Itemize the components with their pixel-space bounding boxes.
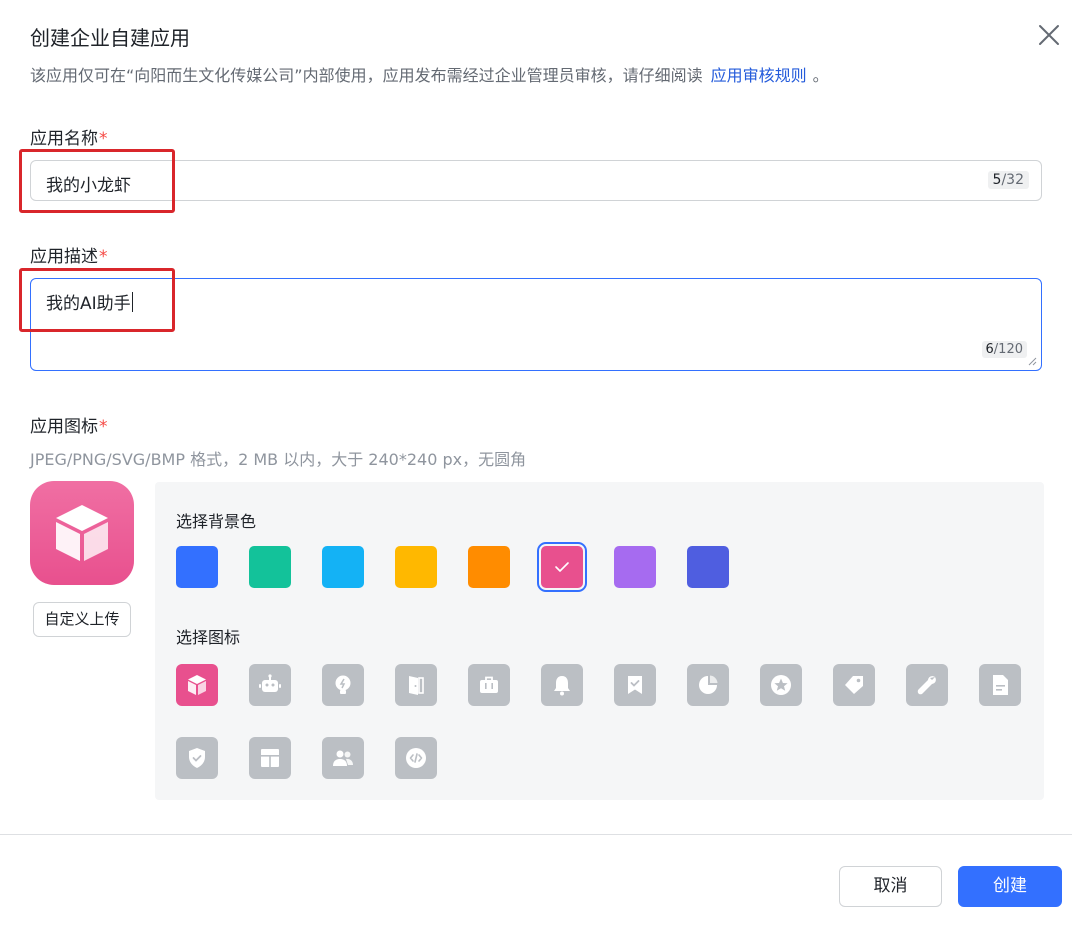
icon-option[interactable] <box>833 664 875 706</box>
icon-option[interactable] <box>249 664 291 706</box>
icon-option[interactable] <box>906 664 948 706</box>
icon-option[interactable] <box>176 737 218 779</box>
subtitle-text: 该应用仅可在“向阳而生文化传媒公司”内部使用，应用发布需经过企业管理员审核，请仔… <box>30 66 703 85</box>
bg-color-swatch[interactable] <box>322 546 364 588</box>
users-icon <box>333 750 353 766</box>
required-mark: * <box>99 129 108 149</box>
app-icon-preview <box>30 481 134 585</box>
icon-option[interactable] <box>979 664 1021 706</box>
bg-color-swatch[interactable] <box>395 546 437 588</box>
robot-icon <box>259 674 281 692</box>
wrench-icon <box>917 676 936 695</box>
bg-color-swatch[interactable] <box>249 546 291 588</box>
app-desc-count-max: /120 <box>993 342 1023 357</box>
desc-highlight-box <box>19 268 175 332</box>
bell-icon <box>554 676 570 696</box>
dialog-subtitle: 该应用仅可在“向阳而生文化传媒公司”内部使用，应用发布需经过企业管理员审核，请仔… <box>30 62 829 86</box>
app-icon-label-text: 应用图标 <box>30 417 98 437</box>
bg-color-swatch[interactable] <box>614 546 656 588</box>
custom-upload-button[interactable]: 自定义上传 <box>33 602 131 637</box>
app-name-label-text: 应用名称 <box>30 129 98 149</box>
icon-option[interactable] <box>687 664 729 706</box>
icon-picker-panel: 选择背景色 选择图标 <box>155 482 1044 800</box>
review-rules-link[interactable]: 应用审核规则 <box>711 66 807 85</box>
create-button[interactable]: 创建 <box>958 866 1062 907</box>
icon-option[interactable] <box>176 664 218 706</box>
app-name-label: 应用名称* <box>30 124 108 149</box>
resize-handle-icon[interactable] <box>1028 357 1037 366</box>
icon-option[interactable] <box>249 737 291 779</box>
app-name-count-max: /32 <box>1001 172 1024 188</box>
bg-color-section-label: 选择背景色 <box>176 512 257 531</box>
footer-divider <box>0 834 1072 835</box>
icon-option[interactable] <box>541 664 583 706</box>
app-icon-label: 应用图标* <box>30 412 108 437</box>
required-mark: * <box>99 247 108 267</box>
icon-option[interactable] <box>395 737 437 779</box>
cube-icon <box>56 505 108 561</box>
cube-icon <box>188 675 206 695</box>
bg-color-swatch[interactable] <box>687 546 729 588</box>
icon-option[interactable] <box>760 664 802 706</box>
star-icon <box>771 675 791 695</box>
document-icon <box>993 675 1008 695</box>
check-icon <box>555 562 569 572</box>
bg-color-swatch[interactable] <box>468 546 510 588</box>
icon-option[interactable] <box>395 664 437 706</box>
code-icon <box>406 748 426 768</box>
icon-option[interactable] <box>322 664 364 706</box>
icon-option[interactable] <box>614 664 656 706</box>
bg-color-swatch[interactable] <box>537 542 587 592</box>
app-desc-label: 应用描述* <box>30 242 108 267</box>
app-desc-textarea[interactable]: 我的AI助手 6/120 <box>30 278 1042 371</box>
app-desc-char-count: 6/120 <box>981 341 1027 358</box>
app-desc-count-current: 6 <box>985 342 994 357</box>
icon-format-hint: JPEG/PNG/SVG/BMP 格式，2 MB 以内，大于 240*240 p… <box>30 450 527 469</box>
lightbulb-icon <box>335 675 351 694</box>
dialog-title: 创建企业自建应用 <box>30 26 190 50</box>
app-name-char-count: 5/32 <box>987 171 1029 189</box>
bookmark-check-icon <box>628 676 642 694</box>
required-mark: * <box>99 417 108 437</box>
close-icon[interactable] <box>1036 22 1062 48</box>
door-icon <box>409 676 424 695</box>
subtitle-end: 。 <box>812 66 829 85</box>
icon-option[interactable] <box>322 737 364 779</box>
app-name-input[interactable]: 我的小龙虾 5/32 <box>30 160 1042 201</box>
layout-icon <box>261 749 279 767</box>
bg-color-swatch[interactable] <box>176 546 218 588</box>
icon-option[interactable] <box>468 664 510 706</box>
name-highlight-box <box>19 149 175 213</box>
tag-icon <box>845 676 863 694</box>
cancel-button[interactable]: 取消 <box>839 866 942 907</box>
briefcase-icon <box>480 676 498 693</box>
pie-chart-icon <box>699 675 718 694</box>
app-desc-label-text: 应用描述 <box>30 247 98 267</box>
icon-section-label: 选择图标 <box>176 628 241 647</box>
shield-check-icon <box>189 748 205 768</box>
